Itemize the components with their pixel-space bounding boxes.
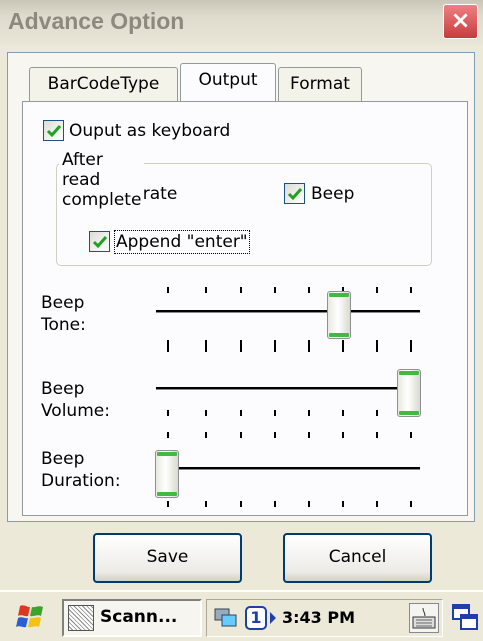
beep-duration-label-line2: Duration: — [41, 471, 121, 491]
slider-tick — [410, 287, 412, 293]
append-enter-label: Append "enter" — [114, 230, 250, 254]
slider-tick — [205, 287, 207, 293]
tab-format[interactable]: Format — [278, 67, 362, 101]
slider-track[interactable] — [156, 467, 420, 470]
append-enter-checkbox[interactable] — [89, 231, 110, 252]
keyboard-icon[interactable] — [409, 603, 439, 633]
slider-track[interactable] — [156, 310, 420, 313]
slider-tick — [410, 432, 412, 438]
beep-volume-label: Beep Volume: — [41, 378, 110, 422]
title-bar: Advance Option × — [0, 0, 483, 45]
slider-tick — [342, 501, 344, 507]
taskbar-app-label: Scann... — [100, 607, 178, 627]
switch-windows-icon[interactable] — [451, 602, 479, 632]
slider-tick — [410, 501, 412, 507]
beep-duration-label-line1: Beep — [41, 449, 85, 469]
slider-thumb[interactable] — [155, 450, 179, 498]
slider-thumb[interactable] — [326, 291, 351, 339]
checkmark-icon — [92, 236, 108, 249]
slider-tick — [274, 287, 276, 293]
slider-tick — [274, 346, 276, 352]
slider-tick — [205, 346, 207, 352]
start-windows-icon[interactable] — [14, 602, 48, 634]
slider-tick — [274, 501, 276, 507]
beep-tone-label: Beep Tone: — [41, 292, 86, 336]
save-button[interactable]: Save — [93, 533, 242, 583]
tab-barcodetype[interactable]: BarCodeType — [29, 67, 178, 101]
slider-tick — [240, 287, 242, 293]
slider-track[interactable] — [156, 387, 420, 390]
slider-tick — [274, 432, 276, 438]
slider-tick — [376, 346, 378, 352]
slider-tick — [205, 501, 207, 507]
slider-thumb[interactable] — [397, 369, 421, 417]
clock-time[interactable]: 3:43 PM — [282, 608, 355, 627]
checkmark-icon — [46, 125, 62, 138]
slider-tick — [308, 432, 310, 438]
slider-tick — [167, 432, 169, 438]
slider-tick — [167, 410, 169, 416]
slider-tick — [205, 432, 207, 438]
slider-tick — [167, 287, 169, 293]
beep-volume-label-line2: Volume: — [41, 401, 110, 421]
output-as-keyboard-checkbox[interactable] — [43, 120, 64, 141]
slider-tick — [240, 346, 242, 352]
beep-tone-label-line2: Tone: — [41, 315, 86, 335]
after-read-group-title: After read complete — [59, 150, 145, 210]
system-tray: 1 3:43 PM — [206, 599, 443, 637]
slider-tick — [308, 346, 310, 352]
slider-tick — [342, 410, 344, 416]
checkmark-icon — [287, 188, 303, 201]
slider-tick — [167, 501, 169, 507]
slider-tick — [308, 410, 310, 416]
slider-tick — [240, 501, 242, 507]
slider-tick — [308, 501, 310, 507]
slider-tick — [308, 287, 310, 293]
cancel-button[interactable]: Cancel — [283, 533, 432, 583]
slider-tick — [376, 410, 378, 416]
slider-tick — [240, 410, 242, 416]
scanner-app-icon — [68, 605, 94, 631]
beep-duration-label: Beep Duration: — [41, 448, 121, 492]
slider-tick — [342, 346, 344, 352]
output-as-keyboard-label: Ouput as keyboard — [69, 121, 231, 141]
slider-tick — [376, 432, 378, 438]
slider-tick — [205, 410, 207, 416]
tray-arrow-icon — [270, 612, 276, 624]
taskbar-app-scanner[interactable]: Scann... — [62, 599, 202, 637]
close-button[interactable]: × — [443, 4, 478, 39]
slider-tick — [410, 346, 412, 352]
slider-tick — [342, 432, 344, 438]
slider-tick — [376, 287, 378, 293]
taskbar: Scann... 1 3:43 PM — [0, 590, 483, 641]
beep-label: Beep — [311, 184, 355, 204]
slider-tick — [240, 432, 242, 438]
slider-tick — [274, 410, 276, 416]
beep-checkbox[interactable] — [284, 183, 305, 204]
beep-tone-label-line1: Beep — [41, 293, 85, 313]
window-title: Advance Option — [8, 8, 185, 34]
tab-output[interactable]: Output — [180, 63, 276, 101]
network-icon[interactable] — [213, 606, 239, 630]
beep-volume-label-line1: Beep — [41, 379, 85, 399]
slider-tick — [376, 501, 378, 507]
notification-badge[interactable]: 1 — [245, 606, 267, 630]
slider-tick — [167, 346, 169, 352]
